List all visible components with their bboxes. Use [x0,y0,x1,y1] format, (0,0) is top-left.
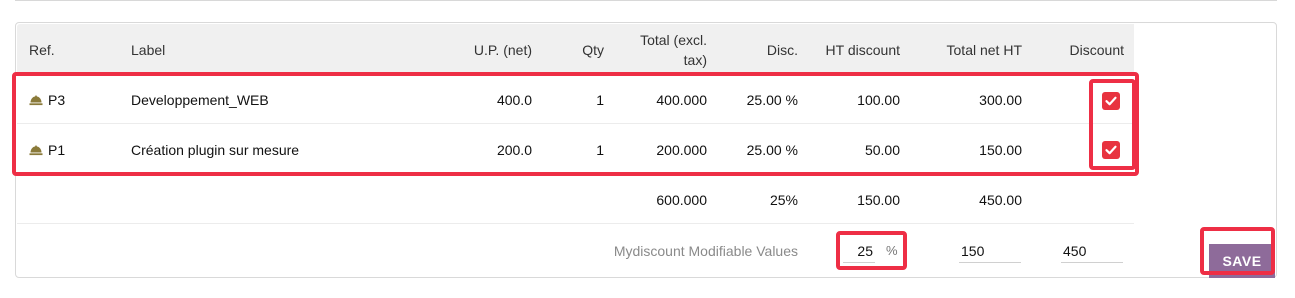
totals-total-net-ht: 450.00 [979,192,1022,208]
product-bell-icon [29,95,43,106]
discount-percent-input[interactable] [843,239,875,263]
discount-checkbox-p1[interactable] [1102,141,1120,159]
row-total: 400.000 [656,92,707,108]
table-row: P1 Création plugin sur mesure 200.0 1 20… [17,126,1134,174]
row-disc: 25.00 % [746,92,798,108]
table-row: P3 Developpement_WEB 400.0 1 400.000 25.… [17,76,1134,124]
header-unit-price: U.P. (net) [473,42,532,58]
totals-disc: 25% [769,192,798,208]
totals-ht-discount: 150.00 [857,192,900,208]
row-ht-discount: 50.00 [864,142,900,158]
header-qty: Qty [582,42,604,58]
check-icon [1105,96,1117,106]
discount-panel: Ref. Label U.P. (net) Qty Total (excl. t… [15,22,1277,278]
header-total-excl: Total (excl. [640,32,707,48]
header-disc: Disc. [766,42,798,58]
top-divider [15,0,1277,1]
row-label: Developpement_WEB [131,92,269,108]
header-ht-discount: HT discount [825,42,900,58]
modifiable-values-label: Mydiscount Modifiable Values [613,243,798,259]
row-total-net-ht: 300.00 [979,92,1022,108]
row-unit-price: 200.0 [496,142,532,158]
row-qty: 1 [596,142,604,158]
row-disc: 25.00 % [746,142,798,158]
row-label: Création plugin sur mesure [131,142,300,158]
header-total-tax: tax) [683,52,707,68]
row-total-net-ht: 150.00 [979,142,1022,158]
row-ht-discount: 100.00 [857,92,900,108]
totals-divider [17,223,1134,224]
check-icon [1105,145,1117,155]
row-ref: P1 [48,142,66,158]
row-ref: P3 [48,92,66,108]
product-bell-icon [29,145,43,156]
percent-unit: % [886,243,898,258]
header-discount: Discount [1069,42,1124,58]
row-total: 200.000 [656,142,707,158]
row-unit-price: 400.0 [496,92,532,108]
ht-discount-input[interactable] [959,239,1021,263]
header-ref: Ref. [29,42,55,58]
header-total-net-ht: Total net HT [946,42,1022,58]
discount-checkbox-p3[interactable] [1102,92,1120,110]
save-button[interactable]: SAVE [1209,244,1275,278]
row-qty: 1 [596,92,604,108]
header-label: Label [131,42,166,58]
totals-total: 600.000 [656,192,707,208]
total-net-ht-input[interactable] [1061,239,1123,263]
table-header: Ref. Label U.P. (net) Qty Total (excl. t… [17,24,1134,76]
